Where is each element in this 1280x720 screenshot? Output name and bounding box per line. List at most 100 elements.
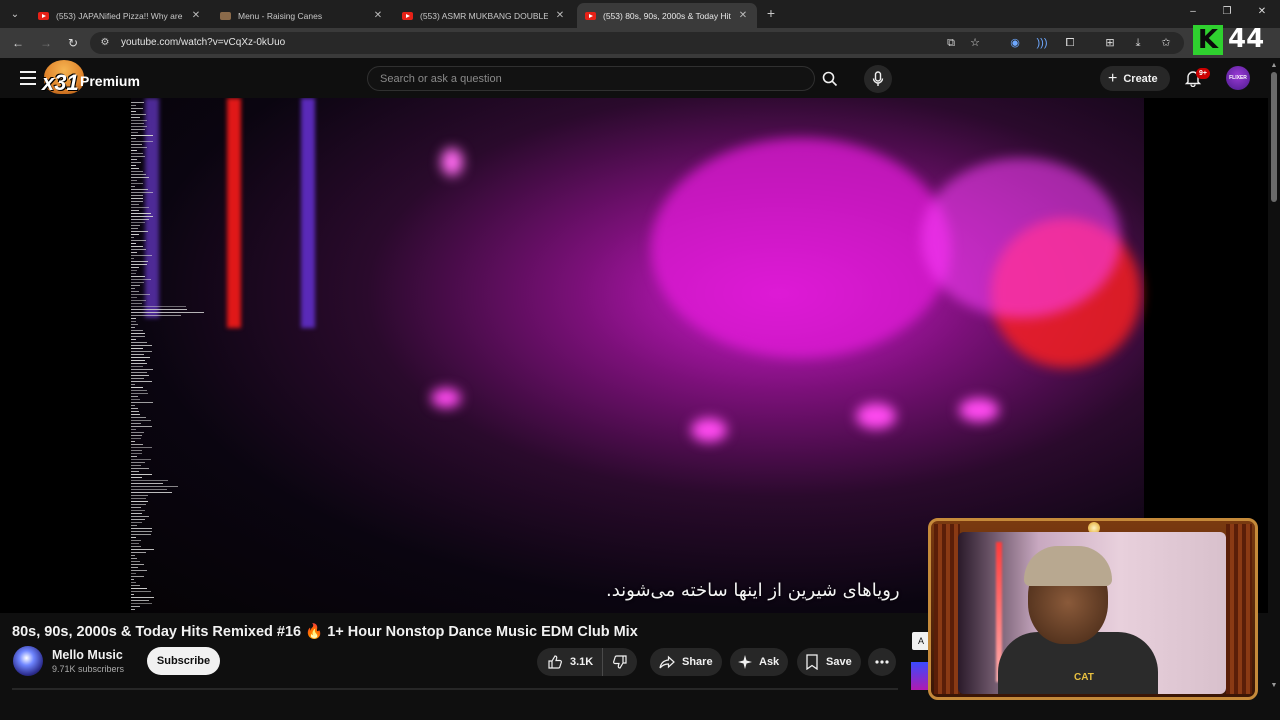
browser-tab-active[interactable]: (553) 80s, 90s, 2000s & Today Hits ✕ <box>577 3 757 28</box>
close-icon[interactable]: ✕ <box>554 10 566 21</box>
plus-icon: + <box>1108 69 1118 87</box>
equalizer-bar <box>131 336 145 337</box>
equalizer-bar <box>131 603 152 604</box>
account-avatar[interactable]: FLIXER <box>1226 66 1250 90</box>
equalizer-bar <box>131 294 150 295</box>
equalizer-bar <box>131 261 148 262</box>
equalizer-bar <box>131 210 139 211</box>
scroll-thumb[interactable] <box>1271 72 1277 202</box>
sparkle-icon <box>738 655 752 669</box>
scroll-down-icon[interactable]: ▼ <box>1270 682 1278 689</box>
equalizer-bar <box>131 321 136 322</box>
equalizer-bar <box>131 561 140 562</box>
equalizer-bar <box>131 186 135 187</box>
more-actions-button[interactable] <box>868 648 896 676</box>
create-button[interactable]: + Create <box>1100 66 1170 91</box>
equalizer-bar <box>131 558 137 559</box>
search-button[interactable] <box>815 66 845 91</box>
equalizer-bar <box>131 456 137 457</box>
voice-search-button[interactable] <box>864 65 892 93</box>
kick-logo-icon: K <box>1193 25 1223 55</box>
equalizer-bar <box>131 270 137 271</box>
channel-avatar[interactable] <box>13 646 43 676</box>
forward-icon[interactable]: → <box>38 35 54 51</box>
equalizer-bar <box>131 333 145 334</box>
equalizer-bar <box>131 432 144 433</box>
channel-name[interactable]: Mello Music <box>52 648 123 662</box>
extension-blue-icon[interactable]: ◉ <box>1008 36 1022 50</box>
video-title: 80s, 90s, 2000s & Today Hits Remixed #16… <box>12 624 638 640</box>
read-aloud-icon[interactable]: ))) <box>1035 36 1049 50</box>
youtube-masthead: x31 Premium Search or ask a question + C… <box>0 58 1280 98</box>
equalizer-bar <box>131 438 141 439</box>
equalizer-bar <box>131 123 144 124</box>
close-icon[interactable]: ✕ <box>737 10 749 21</box>
subscribe-button[interactable]: Subscribe <box>147 647 220 675</box>
equalizer-bar <box>131 435 142 436</box>
equalizer-bar <box>131 213 151 214</box>
download-icon[interactable]: ⤓ <box>1131 36 1145 50</box>
tab-title: Menu - Raising Canes <box>238 10 323 21</box>
equalizer-bar <box>131 153 143 154</box>
back-icon[interactable]: ← <box>10 35 26 51</box>
microphone-icon <box>872 71 884 86</box>
equalizer-bar <box>131 552 146 553</box>
tab-search-button[interactable]: ⌄ <box>6 5 24 23</box>
close-icon[interactable]: ✕ <box>190 10 202 21</box>
browser-tab[interactable]: Menu - Raising Canes ✕ <box>212 3 392 28</box>
equalizer-bar <box>131 426 152 427</box>
bookmark-star-icon[interactable]: ☆ <box>968 36 982 50</box>
window-close-icon[interactable]: ✕ <box>1255 6 1269 17</box>
equalizer-bar <box>131 381 152 382</box>
like-button[interactable]: 3.1K <box>537 648 603 676</box>
equalizer-bar <box>131 399 140 400</box>
equalizer-bar <box>131 207 149 208</box>
equalizer-bar <box>131 282 144 283</box>
thumbs-up-icon <box>548 655 562 669</box>
equalizer-bar <box>131 120 147 121</box>
tab-title: (553) JAPANified Pizza!! Why are th <box>56 10 184 21</box>
reload-icon[interactable]: ↻ <box>65 35 81 51</box>
equalizer-bar <box>131 264 147 265</box>
browser-tab[interactable]: (553) ASMR MUKBANG DOUBLE H ✕ <box>394 3 574 28</box>
equalizer-bar <box>131 477 142 478</box>
viewer-count: 44 <box>1228 24 1265 54</box>
youtube-premium-logo[interactable]: x31 Premium <box>40 60 140 96</box>
close-icon[interactable]: ✕ <box>372 10 384 21</box>
new-tab-button[interactable]: + <box>764 6 778 20</box>
search-input[interactable]: Search or ask a question <box>367 66 815 91</box>
share-button[interactable]: Share <box>650 648 722 676</box>
dislike-button[interactable] <box>603 648 637 676</box>
collections-icon[interactable]: ⊞ <box>1103 36 1117 50</box>
subscriber-count: 9.71K subscribers <box>52 664 125 674</box>
equalizer-bar <box>131 249 146 250</box>
youtube-icon <box>585 11 596 20</box>
youtube-icon <box>38 11 49 20</box>
description-divider <box>12 688 898 690</box>
equalizer-bar <box>131 600 149 601</box>
red-laser-beam <box>227 98 241 328</box>
equalizer-bar <box>131 543 139 544</box>
page-scrollbar[interactable]: ▲ ▼ <box>1268 58 1280 692</box>
scroll-up-icon[interactable]: ▲ <box>1270 62 1278 69</box>
minimize-icon[interactable]: – <box>1186 6 1200 17</box>
menu-icon[interactable] <box>20 71 36 85</box>
equalizer-bar <box>131 318 136 319</box>
equalizer-bar <box>131 546 141 547</box>
url-text: youtube.com/watch?v=vCqXz-0kUuo <box>121 37 286 48</box>
equalizer-bar <box>131 387 143 388</box>
favorites-icon[interactable]: ✩ <box>1159 36 1173 50</box>
equalizer-bar <box>131 576 144 577</box>
maximize-icon[interactable]: ❐ <box>1220 6 1234 17</box>
equalizer-bar <box>131 405 135 406</box>
install-app-icon[interactable]: ⧉ <box>944 36 958 50</box>
extensions-icon[interactable]: ⧠ <box>1063 36 1077 50</box>
equalizer-bar <box>131 183 143 184</box>
equalizer-bar <box>131 492 172 493</box>
ask-button[interactable]: Ask <box>730 648 788 676</box>
browser-tab[interactable]: (553) JAPANified Pizza!! Why are th ✕ <box>30 3 210 28</box>
raising-canes-icon <box>220 11 231 20</box>
save-button[interactable]: Save <box>797 648 861 676</box>
equalizer-bar <box>131 525 137 526</box>
site-info-icon[interactable]: ⚙ <box>99 37 111 49</box>
